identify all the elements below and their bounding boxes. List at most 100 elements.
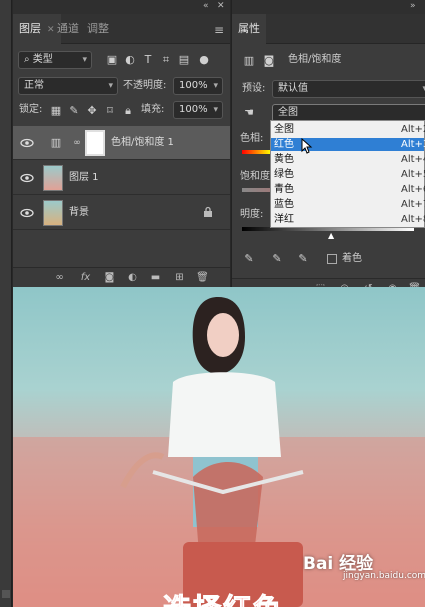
- slider-handle-icon[interactable]: ▲: [328, 231, 334, 240]
- new-group-icon[interactable]: ▬: [149, 271, 162, 284]
- fill-field[interactable]: 100% ▾: [173, 101, 223, 119]
- filter-shape-icon[interactable]: ⌗: [159, 53, 173, 67]
- filter-pixel-icon[interactable]: ▣: [105, 53, 119, 67]
- saturation-label: 饱和度: [240, 171, 270, 182]
- dropdown-item[interactable]: 洋红Alt+8: [271, 213, 425, 226]
- layer-filter-select[interactable]: ⌕ 类型 ▾: [18, 51, 92, 69]
- watermark-url: jingyan.baidu.com: [343, 571, 425, 581]
- collapse-icon[interactable]: »: [410, 1, 416, 11]
- lock-position-icon[interactable]: ✥: [85, 104, 99, 118]
- preset-label: 预设:: [242, 83, 266, 94]
- hand-tool-icon[interactable]: ☚: [242, 106, 256, 120]
- lock-artboard-icon[interactable]: ⌑: [103, 104, 117, 118]
- filter-type-icon[interactable]: T: [141, 53, 155, 67]
- new-layer-icon[interactable]: ⊞: [173, 271, 186, 284]
- tab-properties[interactable]: 属性: [232, 14, 266, 44]
- dropdown-item[interactable]: 蓝色Alt+7: [271, 198, 425, 211]
- eyedropper-row: ✎ ✎ ✎ 着色: [232, 250, 425, 268]
- link-icon[interactable]: ∞: [70, 136, 84, 150]
- lock-label: 锁定:: [19, 104, 43, 115]
- dropdown-item[interactable]: 绿色Alt+5: [271, 168, 425, 181]
- tab-label: 图层: [19, 22, 41, 35]
- properties-tabs: 属性: [232, 14, 425, 44]
- eye-icon[interactable]: [20, 206, 34, 220]
- mask-icon[interactable]: ◙: [262, 54, 276, 68]
- dropdown-item[interactable]: 青色Alt+6: [271, 183, 425, 196]
- colorize-checkbox[interactable]: [327, 254, 337, 264]
- preset-value: 默认值: [278, 83, 308, 94]
- layers-panel: « ✕ 图层 ✕ 通道 调整 ≡ ⌕ 类型 ▾ ▣ ◐ T ⌗ ▤ ● 正常 ▾ 不透…: [13, 0, 230, 287]
- link-layers-icon[interactable]: ∞: [53, 271, 66, 284]
- filter-row: ⌕ 类型 ▾ ▣ ◐ T ⌗ ▤ ●: [13, 51, 230, 73]
- eye-icon[interactable]: [20, 171, 34, 185]
- opacity-field[interactable]: 100% ▾: [173, 77, 223, 95]
- eyedropper-plus-icon[interactable]: ✎: [270, 252, 284, 266]
- new-adjustment-icon[interactable]: ◐: [126, 271, 139, 284]
- tab-label: 属性: [238, 22, 260, 35]
- close-panel-icon[interactable]: ✕: [217, 1, 225, 11]
- lock-icon[interactable]: [202, 206, 214, 218]
- layer-row[interactable]: 背景: [13, 196, 230, 230]
- panel-collapse-bar: »: [232, 0, 425, 14]
- eye-icon[interactable]: [20, 136, 34, 150]
- dropdown-item[interactable]: 红色Alt+3: [271, 138, 425, 151]
- adjustment-layer-icon: ▥: [243, 54, 255, 67]
- search-icon: ⌕: [24, 54, 33, 65]
- document-canvas[interactable]: Bai 经验 jingyan.baidu.com 选择红色: [13, 287, 425, 607]
- hue-label: 色相:: [240, 133, 264, 144]
- props-title: 色相/饱和度: [288, 54, 342, 65]
- filter-toggle-icon[interactable]: ●: [197, 53, 211, 67]
- lightness-label: 明度:: [240, 209, 264, 220]
- fx-icon[interactable]: fx: [79, 271, 92, 284]
- fill-label: 填充:: [141, 104, 165, 115]
- tab-channels[interactable]: 通道: [51, 14, 85, 44]
- dropdown-item[interactable]: 黄色Alt+4: [271, 153, 425, 166]
- mouse-cursor-icon: [301, 138, 313, 154]
- layers-footer: ∞ fx ◙ ◐ ▬ ⊞ 🗑︎: [13, 267, 230, 287]
- tools-strip: [0, 0, 12, 607]
- eyedropper-minus-icon[interactable]: ✎: [296, 252, 310, 266]
- chevron-down-icon: ▾: [82, 55, 87, 65]
- filter-adjustment-icon[interactable]: ◐: [123, 53, 137, 67]
- chevron-down-icon: ▾: [213, 81, 218, 91]
- preset-select[interactable]: 默认值 ▾: [272, 80, 425, 98]
- lock-row: 锁定: ▦ ✎ ✥ ⌑ 🔒︎ 填充: 100% ▾: [13, 101, 230, 121]
- lock-all-icon[interactable]: 🔒︎: [121, 104, 135, 118]
- lock-pixels-icon[interactable]: ✎: [67, 104, 81, 118]
- tab-adjustments[interactable]: 调整: [81, 14, 115, 44]
- layer-thumbnail[interactable]: [43, 165, 63, 191]
- preset-row: 预设: 默认值 ▾: [232, 80, 425, 98]
- layer-thumbnail[interactable]: [43, 200, 63, 226]
- blend-mode-select[interactable]: 正常 ▾: [18, 77, 118, 95]
- layer-mask-thumbnail[interactable]: [85, 130, 105, 156]
- chevron-down-icon: ▾: [108, 81, 113, 91]
- channel-dropdown: 全图Alt+2 红色Alt+3 黄色Alt+4 绿色Alt+5 青色Alt+6 …: [270, 120, 425, 228]
- layer-row[interactable]: 图层 1: [13, 161, 230, 195]
- opacity-label: 不透明度:: [123, 80, 167, 91]
- layer-row[interactable]: ▥ ∞ 色相/饱和度 1: [13, 126, 230, 160]
- adjustment-layer-icon: ▥: [50, 136, 62, 149]
- channel-value: 全图: [278, 107, 298, 118]
- tab-label: 调整: [87, 22, 109, 35]
- chevron-down-icon: ▾: [213, 105, 218, 115]
- tab-label: 通道: [57, 22, 79, 35]
- eyedropper-icon[interactable]: ✎: [242, 252, 256, 266]
- props-title-row: ▥ ◙ 色相/饱和度: [232, 51, 425, 71]
- panel-collapse-bar: « ✕: [13, 0, 230, 14]
- layer-name: 背景: [69, 207, 89, 218]
- add-mask-icon[interactable]: ◙: [103, 271, 116, 284]
- colorize-label: 着色: [342, 253, 362, 264]
- filter-value: 类型: [32, 54, 53, 65]
- layers-tabs: 图层 ✕ 通道 调整 ≡: [13, 14, 230, 44]
- filter-smartobject-icon[interactable]: ▤: [177, 53, 191, 67]
- layer-name: 图层 1: [69, 172, 99, 183]
- panel-menu-icon[interactable]: ≡: [214, 23, 224, 37]
- blend-mode-value: 正常: [24, 80, 44, 91]
- lock-transparency-icon[interactable]: ▦: [49, 104, 63, 118]
- tool-icon[interactable]: [2, 590, 10, 598]
- blend-row: 正常 ▾ 不透明度: 100% ▾: [13, 77, 230, 97]
- trash-icon[interactable]: 🗑︎: [196, 271, 209, 284]
- collapse-icon[interactable]: «: [203, 1, 209, 11]
- layer-name: 色相/饱和度 1: [111, 137, 174, 148]
- dropdown-item[interactable]: 全图Alt+2: [271, 123, 425, 136]
